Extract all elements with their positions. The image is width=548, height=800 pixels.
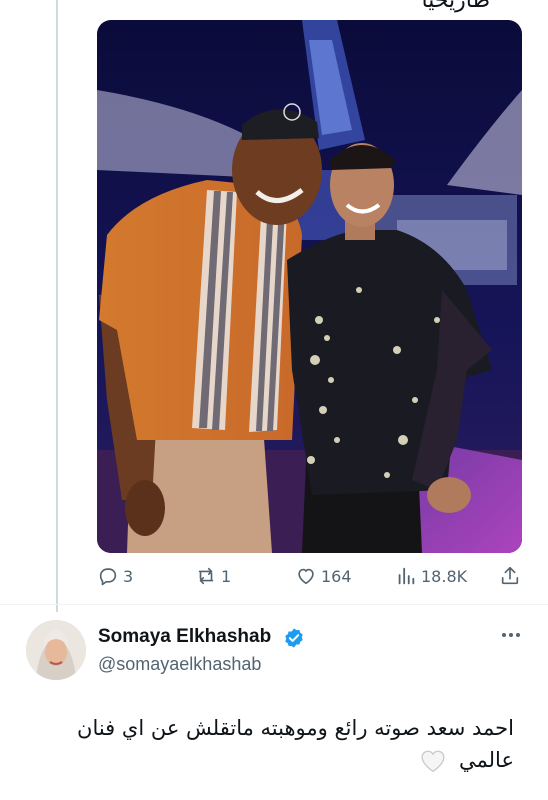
tweet-divider — [0, 604, 548, 605]
verified-badge-icon — [285, 628, 303, 648]
white-heart-emoji-icon — [421, 750, 445, 773]
views-icon — [398, 567, 415, 585]
share-button[interactable] — [499, 562, 521, 590]
avatar[interactable] — [26, 620, 86, 680]
tweet-photo[interactable] — [97, 20, 522, 553]
tweet-text-content: احمد سعد صوته رائع وموهبته ماتقلش عن اي … — [77, 716, 514, 772]
views-count: 18.8K — [421, 566, 468, 586]
reply-icon — [99, 568, 117, 586]
reply-button[interactable]: 3 — [97, 562, 133, 590]
like-count: 164 — [321, 566, 352, 586]
more-options-button[interactable] — [498, 625, 524, 645]
retweet-icon — [198, 567, 214, 585]
reply-count: 3 — [123, 566, 134, 586]
retweet-button[interactable]: 1 — [195, 562, 231, 590]
share-icon — [501, 566, 519, 585]
author-handle[interactable]: @somayaelkhashab — [98, 654, 261, 675]
heart-icon — [298, 568, 314, 585]
retweet-count: 1 — [221, 566, 232, 586]
like-button[interactable]: 164 — [295, 562, 352, 590]
tweet-actions-bar: 3 1 164 18.8K — [97, 562, 522, 590]
more-icon — [502, 633, 506, 637]
tweet-text: احمد سعد صوته رائع وموهبته ماتقلش عن اي … — [40, 712, 514, 776]
author-name[interactable]: Somaya Elkhashab — [98, 626, 271, 648]
thread-connector-line — [56, 0, 58, 612]
previous-tweet-text-cut: طاريحيا — [421, 0, 490, 13]
views-button[interactable]: 18.8K — [395, 562, 467, 590]
